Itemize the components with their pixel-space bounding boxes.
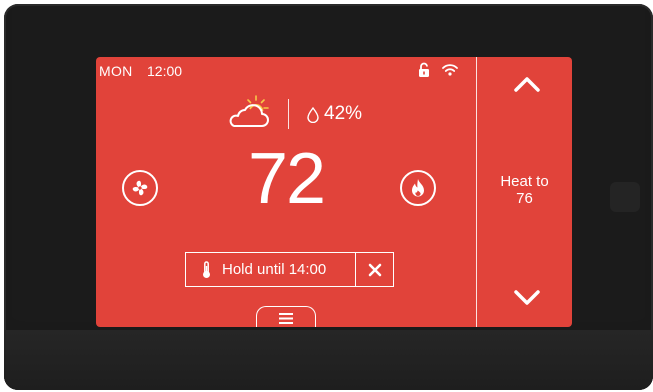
thermometer-icon <box>203 260 210 278</box>
current-temperature: 72 <box>247 139 326 219</box>
thermostat-screen: MON 12:00 42% 72 Hold until 14:00 Heat t… <box>96 57 572 327</box>
setpoint-value: 76 <box>516 190 533 207</box>
menu-icon <box>279 313 293 324</box>
close-icon <box>368 263 381 276</box>
day-label: MON <box>99 63 133 79</box>
partly-sunny-icon <box>229 95 269 127</box>
wifi-icon <box>442 64 458 76</box>
thermostat-bezel-lower <box>4 330 653 390</box>
fan-icon <box>132 180 148 196</box>
humidity-value: 42% <box>324 103 363 124</box>
hold-schedule-box: Hold until 14:00 <box>185 252 394 287</box>
chevron-down-icon <box>514 290 540 305</box>
clock-label: 12:00 <box>147 63 183 79</box>
fan-button[interactable] <box>122 170 158 206</box>
hold-button[interactable]: Hold until 14:00 <box>186 253 356 286</box>
heat-mode-button[interactable] <box>400 170 436 206</box>
decrease-setpoint-button[interactable] <box>509 289 545 311</box>
cancel-hold-button[interactable] <box>356 253 393 286</box>
chevron-up-icon <box>514 77 540 92</box>
increase-setpoint-button[interactable] <box>509 75 545 97</box>
setpoint-mode-label: Heat to <box>500 173 549 190</box>
menu-button[interactable] <box>256 306 316 327</box>
setpoint-display: Heat to 76 <box>477 173 572 207</box>
lock-open-icon <box>419 62 429 77</box>
hold-label: Hold until 14:00 <box>222 261 327 278</box>
weather-divider <box>288 99 289 129</box>
flame-icon <box>412 179 424 197</box>
droplet-icon <box>307 107 319 123</box>
proximity-sensor <box>610 182 640 212</box>
